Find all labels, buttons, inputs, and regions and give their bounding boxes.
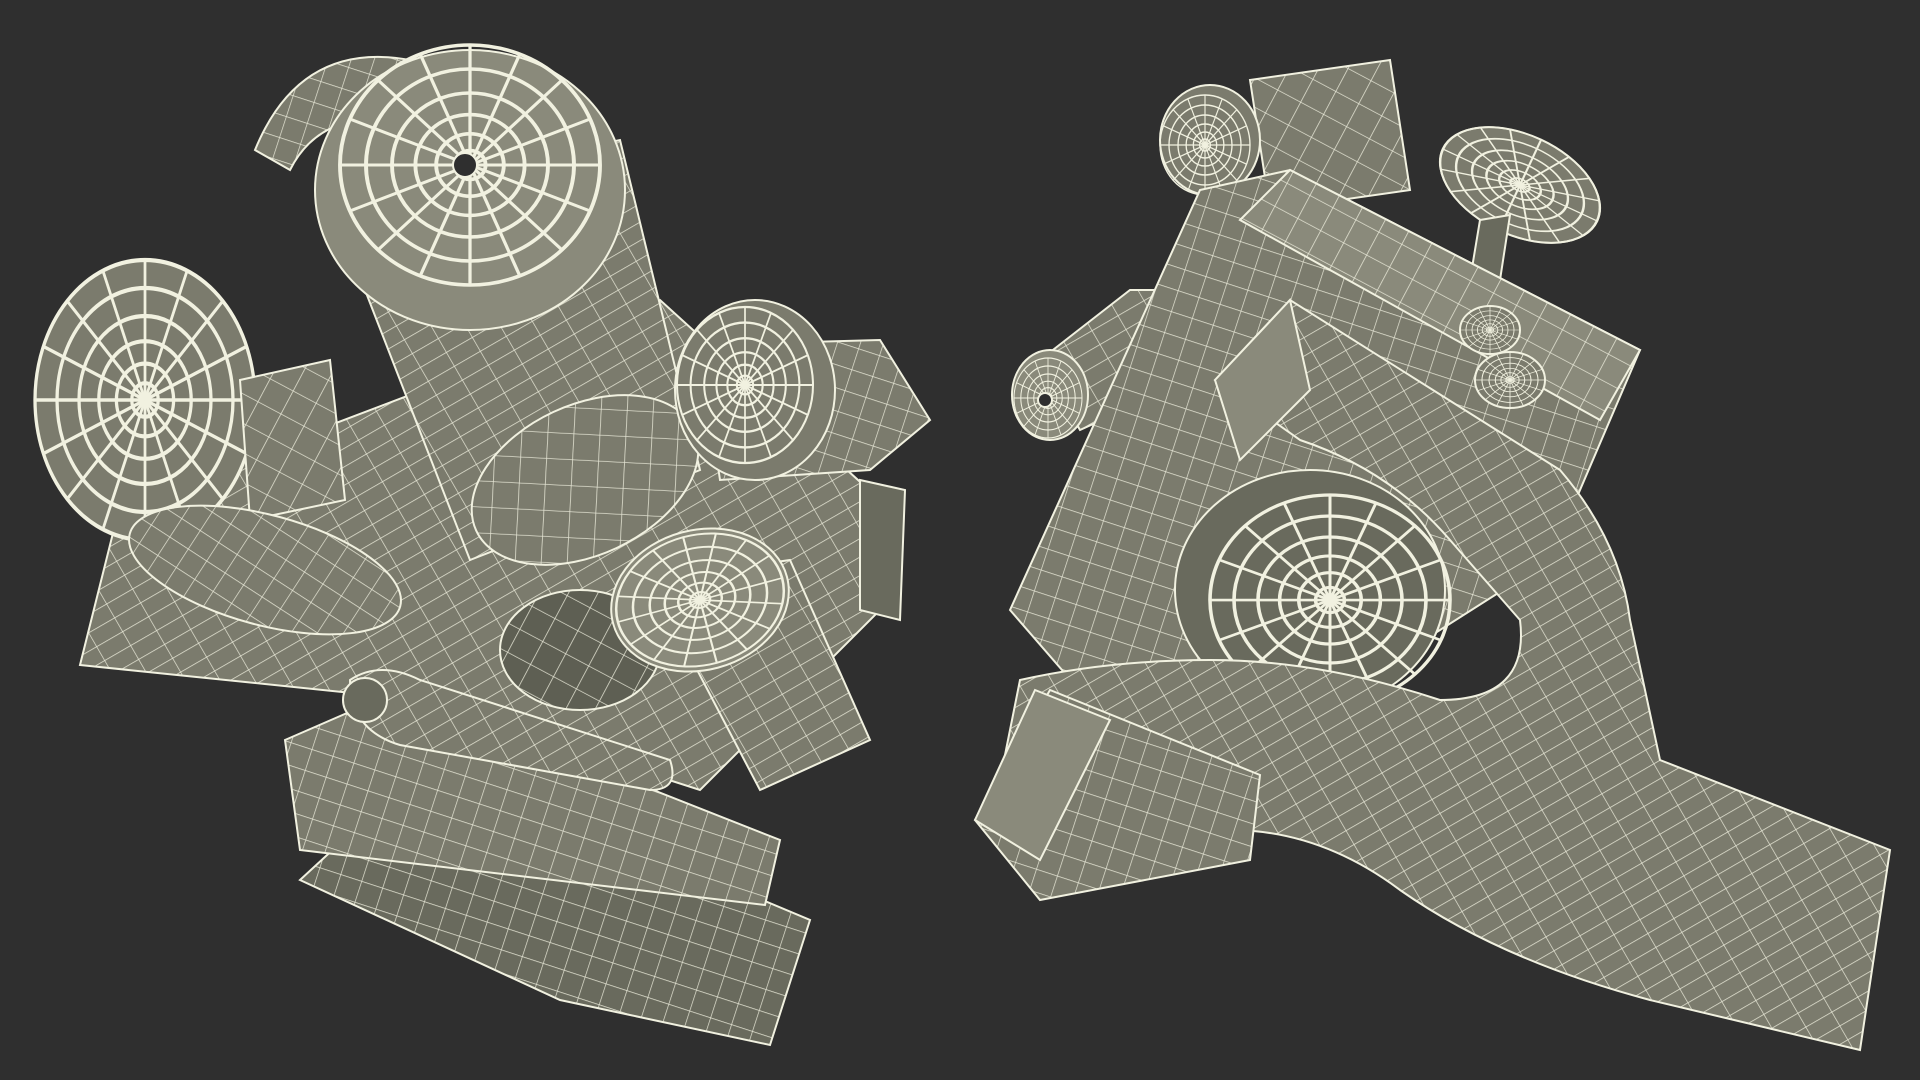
coarse-focus-knob-left: [35, 260, 347, 540]
objective-lens-upper: [674, 299, 932, 482]
render-canvas: [0, 0, 1920, 1080]
microscope-top-view: [35, 43, 932, 1047]
microscope-bottom-view: [973, 58, 1892, 1052]
